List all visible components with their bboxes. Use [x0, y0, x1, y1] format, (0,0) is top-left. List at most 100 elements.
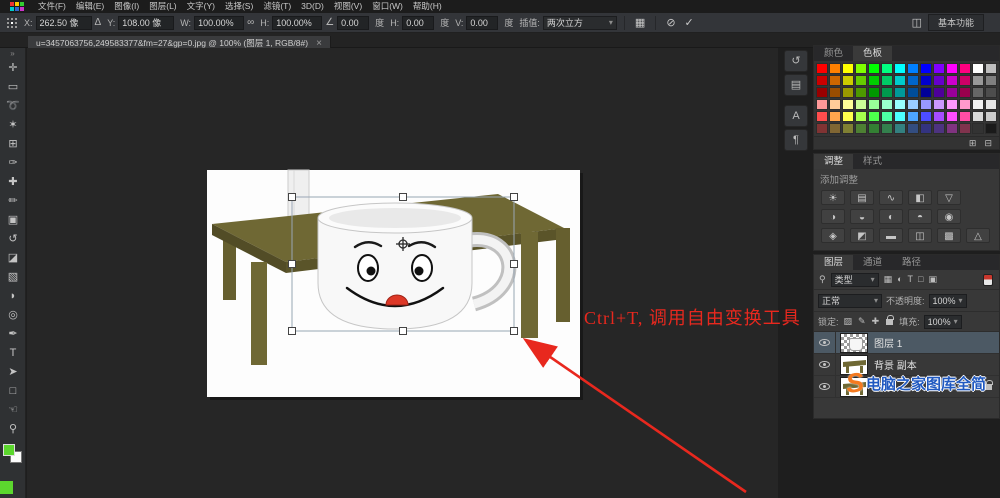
- swatch-81[interactable]: [959, 123, 971, 134]
- swatch-74[interactable]: [868, 123, 880, 134]
- tab-color[interactable]: 颜色: [814, 46, 853, 61]
- swatch-75[interactable]: [881, 123, 893, 134]
- layer-filter-toggle[interactable]: [983, 274, 993, 286]
- swatch-34[interactable]: [894, 87, 906, 98]
- swatch-46[interactable]: [868, 99, 880, 110]
- swatch-83[interactable]: [985, 123, 997, 134]
- layer-thumbnail[interactable]: [840, 333, 868, 353]
- swatch-21[interactable]: [907, 75, 919, 86]
- swatch-48[interactable]: [894, 99, 906, 110]
- swatch-4[interactable]: [868, 63, 880, 74]
- swatch-35[interactable]: [907, 87, 919, 98]
- swatch-72[interactable]: [842, 123, 854, 134]
- blend-mode-select[interactable]: 正常 ▾: [818, 294, 882, 308]
- swatch-33[interactable]: [881, 87, 893, 98]
- layer-visibility-toggle[interactable]: [814, 332, 836, 353]
- swatch-73[interactable]: [855, 123, 867, 134]
- swatch-6[interactable]: [894, 63, 906, 74]
- workspace-switcher[interactable]: 基本功能: [928, 14, 984, 31]
- opacity-field[interactable]: 100% ▾: [929, 294, 967, 308]
- lock-all-icon[interactable]: [886, 319, 893, 325]
- cancel-transform-button[interactable]: ⊘: [663, 16, 678, 30]
- layer-visibility-toggle[interactable]: [814, 354, 836, 375]
- delta-icon[interactable]: Δ: [95, 16, 102, 30]
- rotation-field[interactable]: 0.00: [337, 16, 369, 30]
- swatch-56[interactable]: [816, 111, 828, 122]
- swatch-8[interactable]: [920, 63, 932, 74]
- swatch-39[interactable]: [959, 87, 971, 98]
- menu-item-1[interactable]: 编辑(E): [71, 0, 109, 13]
- horizontal-skew-field[interactable]: 0.00: [402, 16, 434, 30]
- foreground-color-swatch[interactable]: [3, 444, 15, 456]
- crop-tool[interactable]: ⊞: [0, 135, 26, 154]
- swatch-28[interactable]: [816, 87, 828, 98]
- zoom-tool[interactable]: ⚲: [0, 420, 26, 439]
- link-dimensions-icon[interactable]: ∞: [247, 16, 254, 30]
- menu-item-4[interactable]: 文字(Y): [182, 0, 220, 13]
- adj-invert-icon[interactable]: ◩: [850, 228, 874, 243]
- menu-item-6[interactable]: 滤镜(T): [258, 0, 296, 13]
- quick-selection-tool[interactable]: ✶: [0, 116, 26, 135]
- tab-layers[interactable]: 图层: [814, 255, 853, 270]
- swatch-40[interactable]: [972, 87, 984, 98]
- swatch-19[interactable]: [881, 75, 893, 86]
- swatch-5[interactable]: [881, 63, 893, 74]
- rectangular-marquee-tool[interactable]: ▭: [0, 78, 26, 97]
- swatch-7[interactable]: [907, 63, 919, 74]
- width-field[interactable]: 100.00%: [194, 16, 244, 30]
- tab-styles[interactable]: 样式: [853, 154, 892, 169]
- properties-panel-icon[interactable]: ▤: [784, 74, 808, 96]
- swatch-36[interactable]: [920, 87, 932, 98]
- commit-transform-button[interactable]: ✓: [682, 16, 697, 30]
- swatch-26[interactable]: [972, 75, 984, 86]
- swatch-76[interactable]: [894, 123, 906, 134]
- swatch-12[interactable]: [972, 63, 984, 74]
- blur-tool[interactable]: ◗: [0, 287, 26, 306]
- swatch-49[interactable]: [907, 99, 919, 110]
- filter-smart-objects-icon[interactable]: ▣: [927, 273, 938, 286]
- swatch-9[interactable]: [933, 63, 945, 74]
- swatch-31[interactable]: [855, 87, 867, 98]
- swatch-66[interactable]: [946, 111, 958, 122]
- swatch-11[interactable]: [959, 63, 971, 74]
- swatch-78[interactable]: [920, 123, 932, 134]
- menu-item-10[interactable]: 帮助(H): [408, 0, 447, 13]
- pen-tool[interactable]: ✒: [0, 325, 26, 344]
- swatch-68[interactable]: [972, 111, 984, 122]
- horizontal-type-tool[interactable]: T: [0, 344, 26, 363]
- swatch-61[interactable]: [881, 111, 893, 122]
- swatch-32[interactable]: [868, 87, 880, 98]
- filter-shape-layers-icon[interactable]: □: [917, 273, 924, 286]
- swatch-23[interactable]: [933, 75, 945, 86]
- swatch-71[interactable]: [829, 123, 841, 134]
- move-tool[interactable]: ✛: [0, 59, 26, 78]
- filter-pixel-layers-icon[interactable]: ▦: [883, 273, 894, 286]
- swatch-10[interactable]: [946, 63, 958, 74]
- history-panel-icon[interactable]: ↺: [784, 50, 808, 72]
- adj-color-lookup-icon[interactable]: ◈: [821, 228, 845, 243]
- swatch-79[interactable]: [933, 123, 945, 134]
- swatch-54[interactable]: [972, 99, 984, 110]
- swatch-50[interactable]: [920, 99, 932, 110]
- swatch-51[interactable]: [933, 99, 945, 110]
- lock-position-icon[interactable]: ✚: [871, 315, 881, 328]
- swatch-29[interactable]: [829, 87, 841, 98]
- swatch-14[interactable]: [816, 75, 828, 86]
- adj-levels-icon[interactable]: ▤: [850, 190, 874, 205]
- fill-field[interactable]: 100% ▾: [924, 315, 962, 329]
- adj-hue-saturation-icon[interactable]: ◑: [821, 209, 845, 224]
- swatch-64[interactable]: [920, 111, 932, 122]
- adj-black-white-icon[interactable]: ◐: [879, 209, 903, 224]
- swatch-77[interactable]: [907, 123, 919, 134]
- swatch-3[interactable]: [855, 63, 867, 74]
- history-brush-tool[interactable]: ↺: [0, 230, 26, 249]
- filter-type-layers-icon[interactable]: T: [907, 273, 915, 286]
- layer-name[interactable]: 图层 1: [874, 335, 994, 350]
- new-swatch-icon[interactable]: ⊞: [968, 137, 978, 150]
- swatch-45[interactable]: [855, 99, 867, 110]
- character-panel-icon[interactable]: A: [784, 105, 808, 127]
- adj-threshold-icon[interactable]: ◫: [908, 228, 932, 243]
- menu-item-5[interactable]: 选择(S): [220, 0, 258, 13]
- tab-paths[interactable]: 路径: [892, 255, 931, 270]
- swatch-47[interactable]: [881, 99, 893, 110]
